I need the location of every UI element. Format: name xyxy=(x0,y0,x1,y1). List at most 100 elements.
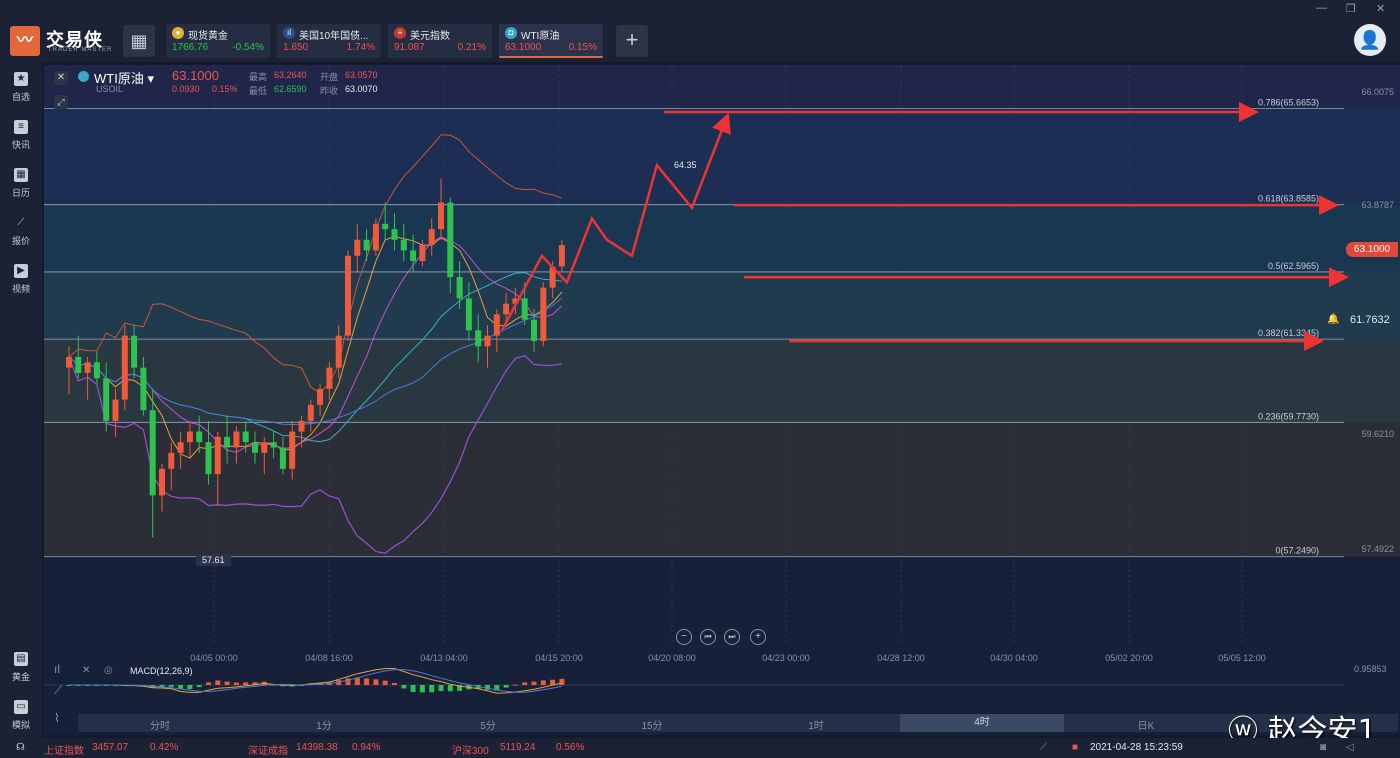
price-chart[interactable]: 0.786(65.6653) 0.618(63.8585) 0.5(62.5965)… xyxy=(44,65,1400,735)
play-icon: ▶ xyxy=(14,264,28,278)
candle-body xyxy=(140,367,147,411)
scroll-forward-button[interactable]: ⏭ xyxy=(724,629,740,645)
macd-axis-top: 0.95853 xyxy=(1354,664,1387,674)
settings-icon[interactable]: ◎ xyxy=(104,665,113,676)
connection-icon[interactable]: ⟋ xyxy=(1040,742,1047,753)
time-axis-label: 04/15 20:00 xyxy=(535,653,583,663)
macd-bar xyxy=(392,683,397,685)
tab-wti-oil[interactable]: ◘ WTI原油 63.1000 0.15% xyxy=(499,24,603,58)
symbol-price: 63.1000 xyxy=(172,68,219,83)
candle-body xyxy=(531,319,537,341)
headset-icon[interactable]: ☊ xyxy=(16,742,25,753)
chart-panel[interactable]: 0.786(65.6653) 0.618(63.8585) 0.5(62.5965)… xyxy=(44,65,1400,735)
current-price-tag: 63.1000 xyxy=(1346,242,1398,257)
tab-spot-gold[interactable]: ● 现货黄金 1766.76 -0.54% xyxy=(166,24,270,58)
macd-bar xyxy=(373,679,379,685)
candle-body xyxy=(75,356,82,373)
candle-body xyxy=(84,362,91,373)
candle-body xyxy=(279,447,286,469)
macd-bar xyxy=(410,685,416,692)
macd-bar xyxy=(196,685,202,688)
candle-body xyxy=(233,431,240,448)
macd-bar xyxy=(168,685,174,687)
bar-chart-icon: ıl xyxy=(283,27,295,39)
tab-dollar-index[interactable]: ≡ 美元指数 91.087 0.21% xyxy=(388,24,492,58)
clock-datetime: 2021-04-28 15:23:59 xyxy=(1090,742,1183,753)
fib-label: 0.382(61.3345) xyxy=(1258,328,1319,338)
sidebar-item-calendar[interactable]: ▦ 日历 xyxy=(0,168,42,199)
candle-body xyxy=(354,239,361,256)
indicator-icon[interactable]: ⌇ xyxy=(54,711,60,725)
macd-bar xyxy=(559,678,565,685)
top-bar: 〰 交易侠 TRADER MASTER ▦ ● 现货黄金 1766.76 -0.… xyxy=(0,0,1400,62)
fib-zone xyxy=(44,204,1400,272)
chart-type-icon[interactable]: ıl xyxy=(54,662,60,676)
macd-bar xyxy=(224,681,230,685)
macd-bar xyxy=(531,681,537,685)
candle-body xyxy=(196,431,203,443)
close-chart-icon[interactable]: ✕ xyxy=(54,71,68,85)
macd-bar xyxy=(215,680,221,685)
fib-label: 0.236(59.7730) xyxy=(1258,411,1319,421)
close-icon[interactable]: ✕ xyxy=(1376,2,1385,15)
candle-body xyxy=(131,335,138,368)
user-avatar[interactable]: 👤 xyxy=(1354,24,1386,56)
wallet-icon: ▭ xyxy=(14,700,28,714)
scroll-back-button[interactable]: ⏮ xyxy=(700,629,716,645)
draw-tool-icon[interactable]: ⟋ xyxy=(54,683,62,698)
sidebar-item-gold[interactable]: ▤ 黄金 xyxy=(0,652,42,683)
tab-timeframe-day[interactable]: 日K xyxy=(1064,717,1228,732)
tab-timeframe-5m[interactable]: 5分 xyxy=(406,717,570,732)
zoom-out-button[interactable]: − xyxy=(676,629,692,645)
time-axis-label: 04/20 08:00 xyxy=(648,653,696,663)
sidebar-item-news[interactable]: ≡ 快讯 xyxy=(0,120,42,151)
time-axis-label: 04/23 00:00 xyxy=(762,653,810,663)
candle-body xyxy=(438,202,444,230)
candle-body xyxy=(391,229,398,240)
price-axis-label: 63.8787 xyxy=(1361,200,1394,210)
time-axis-label: 04/05 00:00 xyxy=(190,653,238,663)
candle-body xyxy=(66,356,72,368)
tab-us10y[interactable]: ıl 美国10年国债... 1.650 1.74% xyxy=(277,24,381,58)
tab-timeframe-4h[interactable]: 4时 xyxy=(900,714,1064,732)
bell-icon[interactable]: 🔔 xyxy=(1327,314,1339,325)
us-flag-icon: ≡ xyxy=(394,27,406,39)
macd-bar xyxy=(550,679,556,685)
camera-icon[interactable]: ◙ xyxy=(1320,742,1326,753)
price-axis-label: 57.4922 xyxy=(1361,544,1394,554)
candle-body xyxy=(224,436,231,448)
macd-label: MACD(12,26,9) xyxy=(130,666,193,676)
expand-icon[interactable]: ⤢ xyxy=(54,95,68,109)
candle-body xyxy=(168,452,175,469)
sidebar-item-quotes[interactable]: ⟋ 报价 xyxy=(0,216,42,247)
sidebar-item-video[interactable]: ▶ 视频 xyxy=(0,264,42,295)
macd-bar xyxy=(522,682,528,685)
remove-indicator-icon[interactable]: ✕ xyxy=(82,665,90,676)
grid-layout-button[interactable]: ▦ xyxy=(123,25,155,57)
cn-flag-icon: ■ xyxy=(1072,742,1079,753)
prev-close-value: 63.0070 xyxy=(345,84,378,94)
macd-bar xyxy=(429,685,435,693)
sidebar-item-simulation[interactable]: ▭ 模拟 xyxy=(0,700,42,731)
mute-icon[interactable]: ◁ xyxy=(1346,742,1354,753)
candle-body xyxy=(456,277,463,299)
app-logo-icon: 〰 xyxy=(10,26,40,56)
tab-timeframe-1h[interactable]: 1时 xyxy=(734,717,898,732)
fib-zone xyxy=(44,271,1400,340)
candle-body xyxy=(326,367,333,389)
sidebar-item-watchlist[interactable]: ★ 自选 xyxy=(0,72,42,103)
candle-body xyxy=(103,378,110,421)
time-axis-label: 04/30 04:00 xyxy=(990,653,1038,663)
restore-icon[interactable]: ❐ xyxy=(1346,2,1356,15)
calendar-icon: ▦ xyxy=(14,168,28,182)
macd-bar xyxy=(401,685,407,689)
minimize-icon[interactable]: — xyxy=(1316,2,1327,14)
candle-body xyxy=(493,314,500,336)
tab-timeframe-1m[interactable]: 1分 xyxy=(242,717,406,732)
zoom-in-button[interactable]: + xyxy=(750,629,766,645)
tab-timeframe-tick[interactable]: 分时 xyxy=(78,717,242,732)
candle-body xyxy=(540,287,547,341)
candle-body xyxy=(363,239,370,251)
tab-timeframe-15m[interactable]: 15分 xyxy=(570,717,734,732)
add-tab-button[interactable]: + xyxy=(616,25,648,57)
